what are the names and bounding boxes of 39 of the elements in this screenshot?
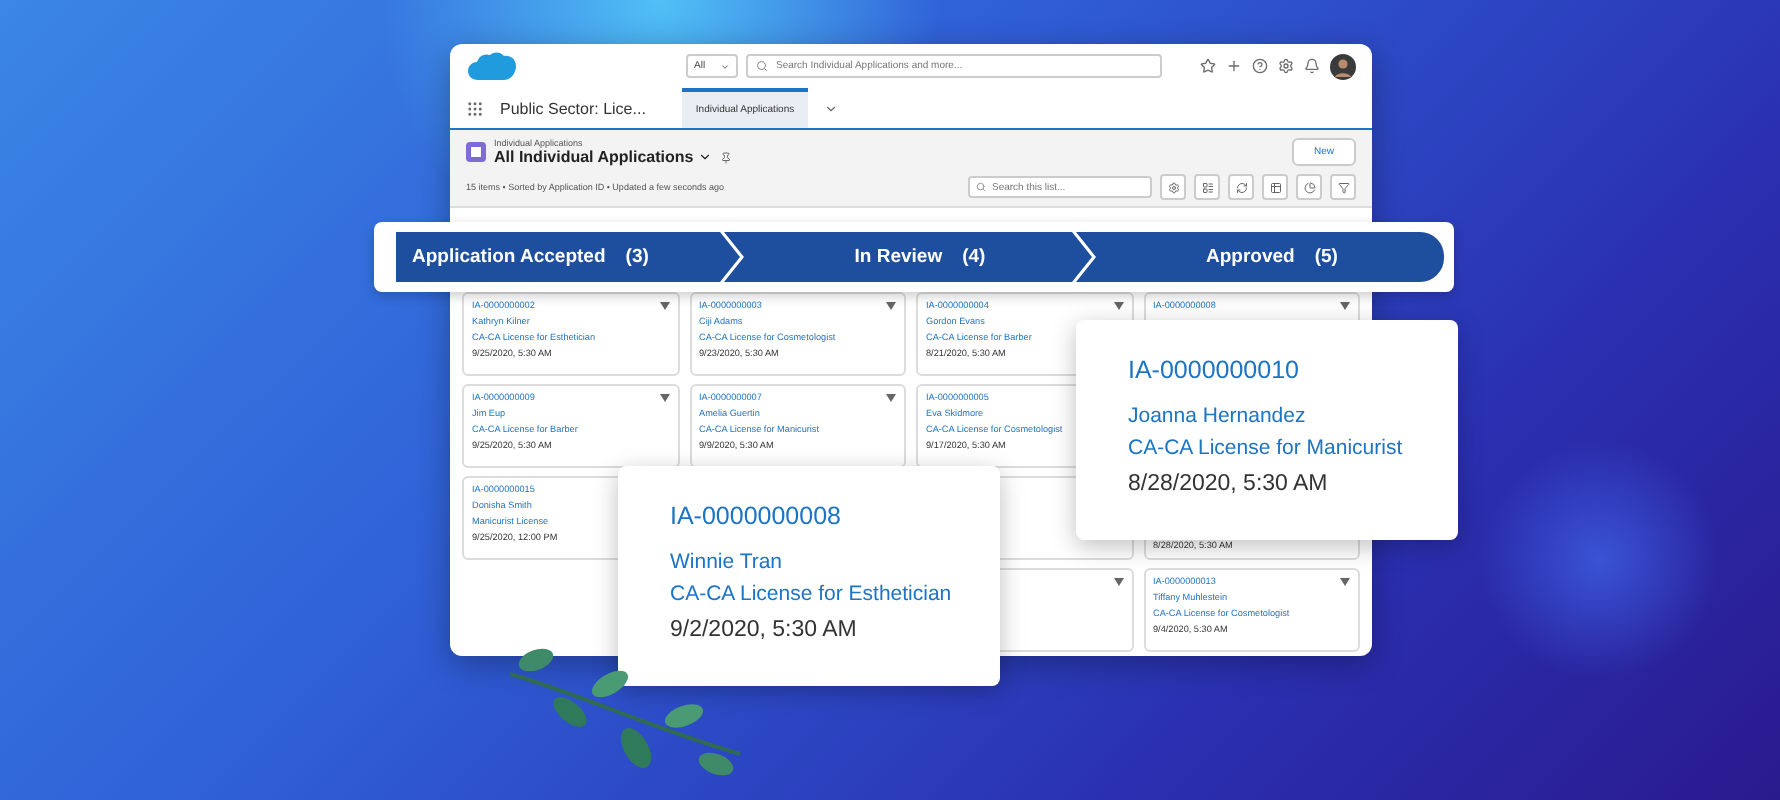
- application-id[interactable]: IA-0000000010: [1128, 356, 1434, 388]
- caret-icon[interactable]: [1340, 578, 1350, 586]
- caret-icon[interactable]: [659, 394, 669, 402]
- display-list-icon[interactable]: [1194, 174, 1220, 200]
- license-name[interactable]: CA-CA License for Manicurist: [1128, 436, 1434, 464]
- application-date: 9/2/2020, 5:30 AM: [670, 615, 859, 646]
- caret-icon[interactable]: [1340, 302, 1350, 310]
- applicant-name[interactable]: Joanna Hernandez: [1128, 403, 1434, 431]
- settings-icon[interactable]: [1278, 58, 1294, 75]
- app-name: Public Sector: Lice...: [500, 99, 646, 118]
- refresh-icon[interactable]: [1228, 174, 1254, 200]
- object-icon: [466, 142, 486, 162]
- plus-icon[interactable]: [1226, 58, 1242, 75]
- cloud-logo: [466, 49, 518, 84]
- table-icon[interactable]: [1262, 174, 1288, 200]
- caret-icon[interactable]: [1113, 578, 1123, 586]
- search-icon: [756, 60, 768, 73]
- pin-icon[interactable]: [719, 151, 732, 163]
- application-date: 8/28/2020, 5:30 AM: [1128, 469, 1330, 500]
- path-step[interactable]: In Review (4): [724, 232, 1092, 282]
- avatar-icon[interactable]: [1330, 53, 1356, 80]
- list-view-selector[interactable]: All Individual Applications: [494, 148, 712, 166]
- chart-icon[interactable]: [1296, 174, 1322, 200]
- path-step[interactable]: Application Accepted (3): [396, 232, 740, 282]
- favorites-star-icon[interactable]: [1200, 58, 1216, 75]
- search-icon: [976, 182, 986, 192]
- caret-icon[interactable]: [886, 394, 896, 402]
- path-step[interactable]: Approved (5): [1076, 232, 1444, 282]
- license-name[interactable]: CA-CA License for Esthetician: [670, 582, 976, 610]
- caret-icon: [697, 150, 712, 164]
- caret-icon[interactable]: [886, 302, 896, 310]
- application-id[interactable]: IA-0000000008: [670, 502, 976, 534]
- applicant-name[interactable]: Winnie Tran: [670, 549, 976, 577]
- caret-icon: [720, 61, 730, 72]
- caret-icon[interactable]: [659, 302, 669, 310]
- caret-icon[interactable]: [1113, 302, 1123, 310]
- filter-icon[interactable]: [1330, 174, 1356, 200]
- bell-icon[interactable]: [1304, 58, 1320, 75]
- help-icon[interactable]: [1252, 58, 1268, 75]
